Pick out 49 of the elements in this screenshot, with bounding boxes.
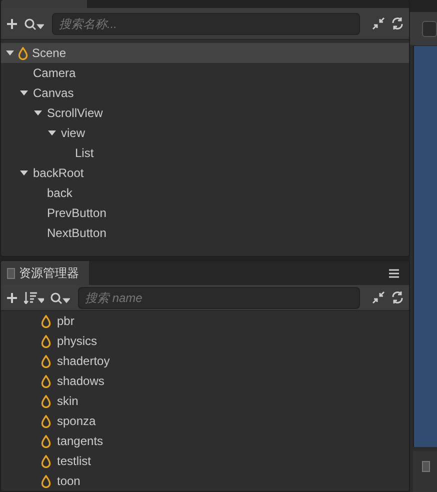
flame-icon — [18, 46, 28, 60]
tree-item[interactable]: backRoot — [1, 163, 409, 183]
asset-name[interactable]: shadows — [57, 374, 104, 388]
search-field[interactable]: 搜索名称... — [52, 12, 360, 34]
tree-item[interactable]: PrevButton — [1, 203, 409, 223]
flame-icon — [41, 354, 51, 368]
tree-item[interactable]: view — [1, 123, 409, 143]
expanded-arrow-icon[interactable] — [48, 129, 56, 137]
tree-item[interactable]: back — [1, 183, 409, 203]
expanded-arrow-icon[interactable] — [6, 49, 14, 57]
tree-item[interactable]: ScrollView — [1, 103, 409, 123]
expanded-arrow-icon[interactable] — [34, 109, 42, 117]
search-field[interactable]: 搜索 name — [78, 286, 360, 308]
add-icon[interactable] — [6, 18, 18, 30]
flame-icon — [41, 314, 51, 328]
checkbox[interactable] — [422, 20, 437, 36]
flame-icon — [41, 394, 51, 408]
add-icon[interactable] — [6, 292, 18, 304]
flame-icon — [41, 434, 51, 448]
sort-icon[interactable] — [24, 292, 44, 304]
asset-name[interactable]: physics — [57, 334, 98, 348]
tree-item[interactable]: Camera — [1, 63, 409, 83]
asset-name[interactable]: skin — [57, 394, 78, 408]
flame-icon — [41, 334, 51, 348]
search-icon[interactable] — [24, 18, 44, 30]
tree-item[interactable]: Scene — [1, 43, 409, 63]
flame-icon — [41, 374, 51, 388]
collapse-icon[interactable] — [372, 17, 385, 30]
flame-icon — [41, 414, 51, 428]
asset-name[interactable]: sponza — [57, 414, 96, 428]
menu-icon[interactable] — [389, 268, 399, 278]
search-icon[interactable] — [50, 292, 70, 304]
expanded-arrow-icon[interactable] — [20, 89, 28, 97]
asset-name[interactable]: testlist — [57, 454, 92, 468]
clipboard-icon — [7, 268, 15, 278]
asset-name[interactable]: tangents — [57, 434, 104, 448]
asset-name[interactable]: shadertoy — [57, 354, 110, 368]
flame-icon — [41, 454, 51, 468]
asset-name[interactable]: toon — [57, 474, 80, 488]
tree-item[interactable]: Canvas — [1, 83, 409, 103]
refresh-icon[interactable] — [391, 291, 404, 304]
expanded-arrow-icon[interactable] — [20, 169, 28, 177]
tree-item[interactable]: NextButton — [1, 223, 409, 243]
flame-icon — [41, 474, 51, 488]
clipboard-icon — [422, 461, 430, 472]
refresh-icon[interactable] — [391, 17, 404, 30]
collapse-icon[interactable] — [372, 291, 385, 304]
tree-item[interactable]: List — [1, 143, 409, 163]
asset-name[interactable]: pbr — [57, 314, 74, 328]
